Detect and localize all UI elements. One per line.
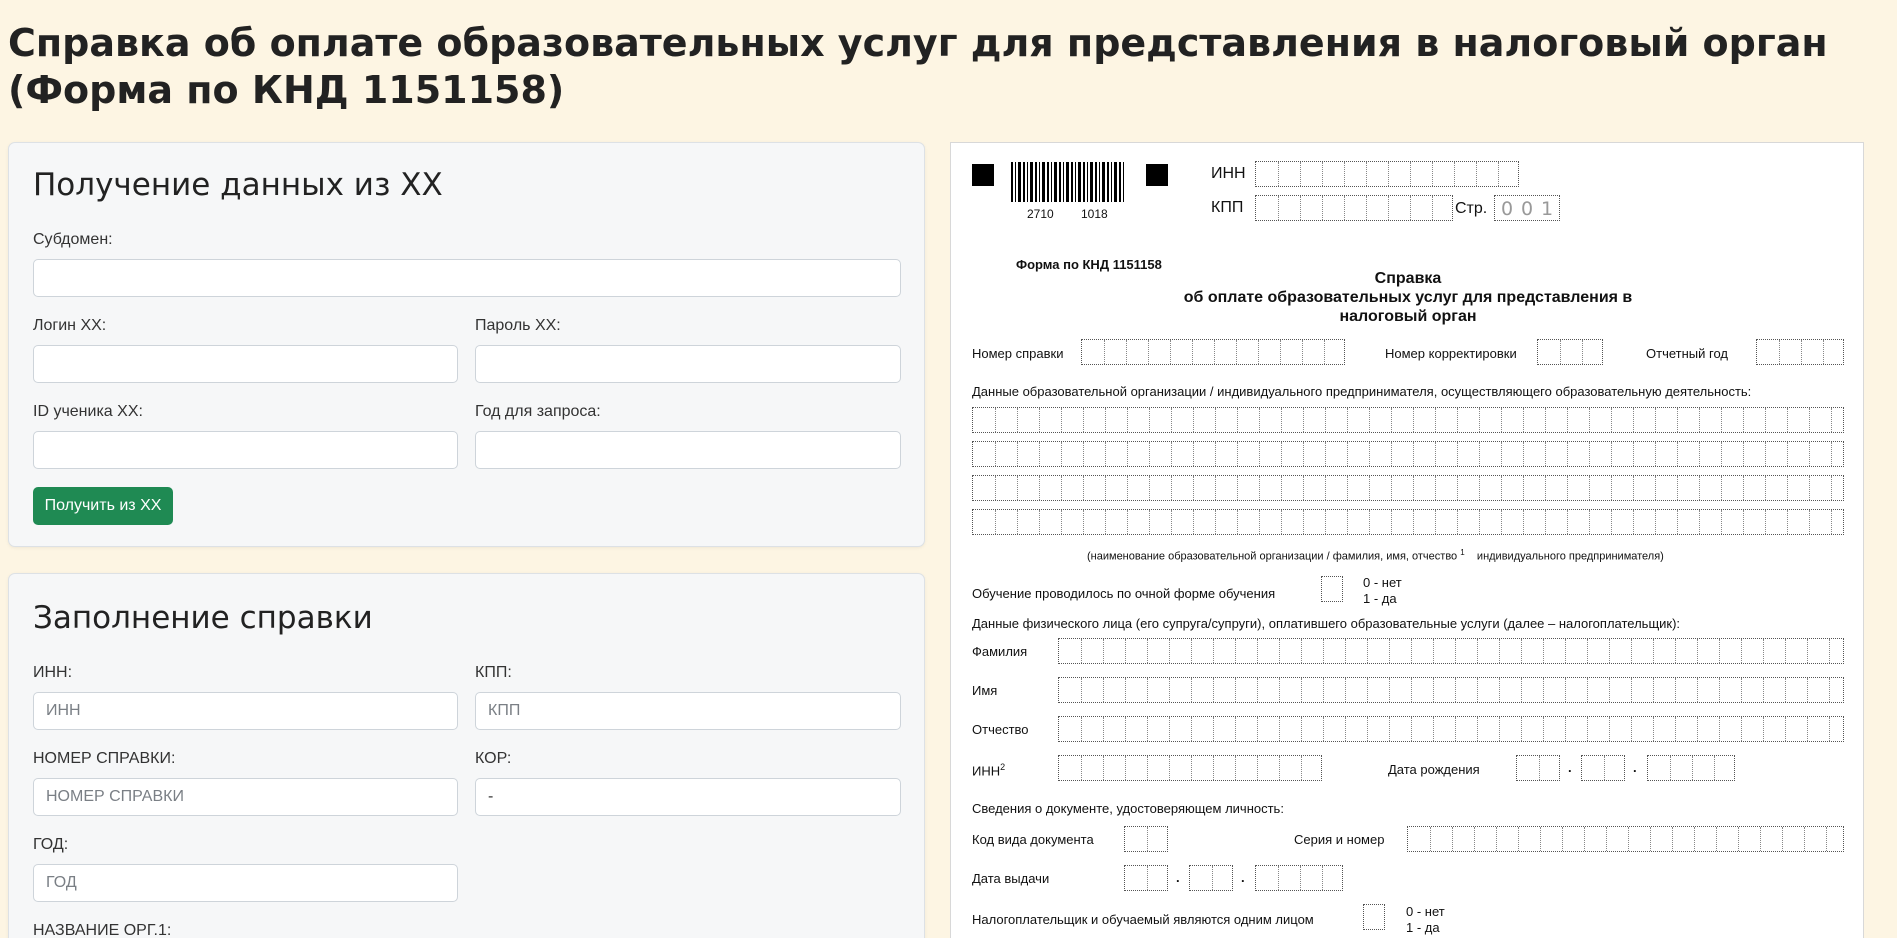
issue-year-cells <box>1255 865 1343 891</box>
cert-number-input[interactable] <box>33 778 458 816</box>
page-number-cells: 0 0 1 <box>1494 195 1560 221</box>
org-name-cells-4 <box>972 509 1844 535</box>
fulltime-option-yes: 1 - да <box>1363 591 1397 606</box>
correction-caption: Номер корректировки <box>1385 346 1517 361</box>
fetch-card-title: Получение данных из XX <box>33 167 443 203</box>
org-name-hint-text: (наименование образовательной организаци… <box>1087 550 1458 563</box>
cert-number-label: НОМЕР СПРАВКИ: <box>33 750 176 767</box>
password-input[interactable] <box>475 345 901 383</box>
year-input[interactable] <box>33 864 458 902</box>
form-preview: 2710 1018 ИНН КПП Стр. 0 0 1 Форма по КН… <box>950 142 1864 938</box>
patronymic-cells <box>1058 716 1844 742</box>
report-year-caption: Отчетный год <box>1646 346 1728 361</box>
fill-certificate-card: Заполнение справки ИНН: КПП: НОМЕР СПРАВ… <box>8 573 925 938</box>
login-input[interactable] <box>33 345 458 383</box>
fulltime-cell <box>1321 576 1343 602</box>
doc-code-cells <box>1124 826 1168 852</box>
page-label: Стр. <box>1455 200 1488 217</box>
fetch-button[interactable]: Получить из XX <box>33 487 173 525</box>
same-person-option-no: 0 - нет <box>1406 904 1445 919</box>
correction-cells <box>1537 339 1603 365</box>
request-year-input[interactable] <box>475 431 901 469</box>
birth-year-cells <box>1647 755 1735 781</box>
form-heading-3: налоговый орган <box>1339 308 1477 325</box>
org-data-caption: Данные образовательной организации / инд… <box>972 384 1752 399</box>
corner-marker-left <box>972 164 994 186</box>
birth-day-cells <box>1516 755 1560 781</box>
patronymic-caption: Отчество <box>972 722 1029 737</box>
payer-inn-label: ИНН <box>972 763 1001 779</box>
org-name-cells-3 <box>972 475 1844 501</box>
barcode <box>1011 162 1126 202</box>
inn-input[interactable] <box>33 692 458 730</box>
year-label: ГОД: <box>33 836 69 853</box>
student-id-input[interactable] <box>33 431 458 469</box>
payer-inn-cells <box>1058 755 1322 781</box>
preview-kpp-label: КПП <box>1211 199 1244 216</box>
kor-label: КОР: <box>475 750 512 767</box>
id-doc-caption: Сведения о документе, удостоверяющем лич… <box>972 801 1284 816</box>
date-separator: . <box>1241 870 1245 885</box>
payer-caption: Данные физического лица (его супруга/суп… <box>972 616 1681 631</box>
page-title: Справка об оплате образовательных услуг … <box>8 21 1828 112</box>
fulltime-option-no: 0 - нет <box>1363 575 1402 590</box>
same-person-caption: Налогоплательщик и обучаемый являются од… <box>972 912 1314 927</box>
issue-month-cells <box>1189 865 1233 891</box>
date-separator: . <box>1176 870 1180 885</box>
issue-date-caption: Дата выдачи <box>972 871 1050 886</box>
fulltime-caption: Обучение проводилось по очной форме обуч… <box>972 586 1276 601</box>
subdomain-label: Субдомен: <box>33 231 113 248</box>
barcode-number-right: 1018 <box>1081 207 1108 221</box>
series-cells <box>1407 826 1844 852</box>
doc-code-caption: Код вида документа <box>972 832 1094 847</box>
birth-month-cells <box>1581 755 1625 781</box>
student-id-label: ID ученика XX: <box>33 403 143 420</box>
form-heading-1: Справка <box>1374 270 1442 287</box>
form-heading-2: об оплате образовательных услуг для пред… <box>1183 289 1633 306</box>
barcode-number-left: 2710 <box>1027 207 1054 221</box>
issue-day-cells <box>1124 865 1168 891</box>
org-name-hint: (наименование образовательной организаци… <box>1087 548 1664 563</box>
name-caption: Имя <box>972 683 998 698</box>
kor-input[interactable] <box>475 778 901 816</box>
date-separator: . <box>1633 760 1637 775</box>
org-name-label: НАЗВАНИЕ ОРГ.1: <box>33 922 172 938</box>
same-person-option-yes: 1 - да <box>1406 920 1440 935</box>
page-digit: 1 <box>1540 198 1554 220</box>
name-cells <box>1058 677 1844 703</box>
footnote-mark: 1 <box>1460 548 1465 557</box>
birth-date-caption: Дата рождения <box>1388 762 1480 777</box>
fill-card-title: Заполнение справки <box>33 600 373 636</box>
org-name-cells-2 <box>972 441 1844 467</box>
series-caption: Серия и номер <box>1294 832 1385 847</box>
payer-inn-caption: ИНН2 <box>972 762 1005 778</box>
preview-inn-cells <box>1255 161 1519 187</box>
corner-marker-right <box>1146 164 1168 186</box>
subdomain-input[interactable] <box>33 259 901 297</box>
date-separator: . <box>1568 760 1572 775</box>
cert-number-caption: Номер справки <box>972 346 1064 361</box>
cert-number-cells <box>1081 339 1345 365</box>
page-digit: 0 <box>1520 198 1534 220</box>
footnote-mark: 2 <box>1000 762 1006 772</box>
login-label: Логин XX: <box>33 317 107 334</box>
surname-caption: Фамилия <box>972 644 1028 659</box>
org-name-cells-1 <box>972 407 1844 433</box>
same-person-cell <box>1363 904 1385 930</box>
preview-inn-label: ИНН <box>1211 165 1246 182</box>
report-year-cells <box>1756 339 1844 365</box>
preview-kpp-cells <box>1255 195 1453 221</box>
inn-label: ИНН: <box>33 664 73 681</box>
org-name-hint-tail: индивидуального предпринимателя) <box>1476 550 1664 563</box>
surname-cells <box>1058 638 1844 664</box>
password-label: Пароль XX: <box>475 317 561 334</box>
kpp-input[interactable] <box>475 692 901 730</box>
kpp-label: КПП: <box>475 664 512 681</box>
request-year-label: Год для запроса: <box>475 403 601 420</box>
fetch-data-card: Получение данных из XX Субдомен: Логин X… <box>8 142 925 547</box>
page-digit: 0 <box>1500 198 1514 220</box>
